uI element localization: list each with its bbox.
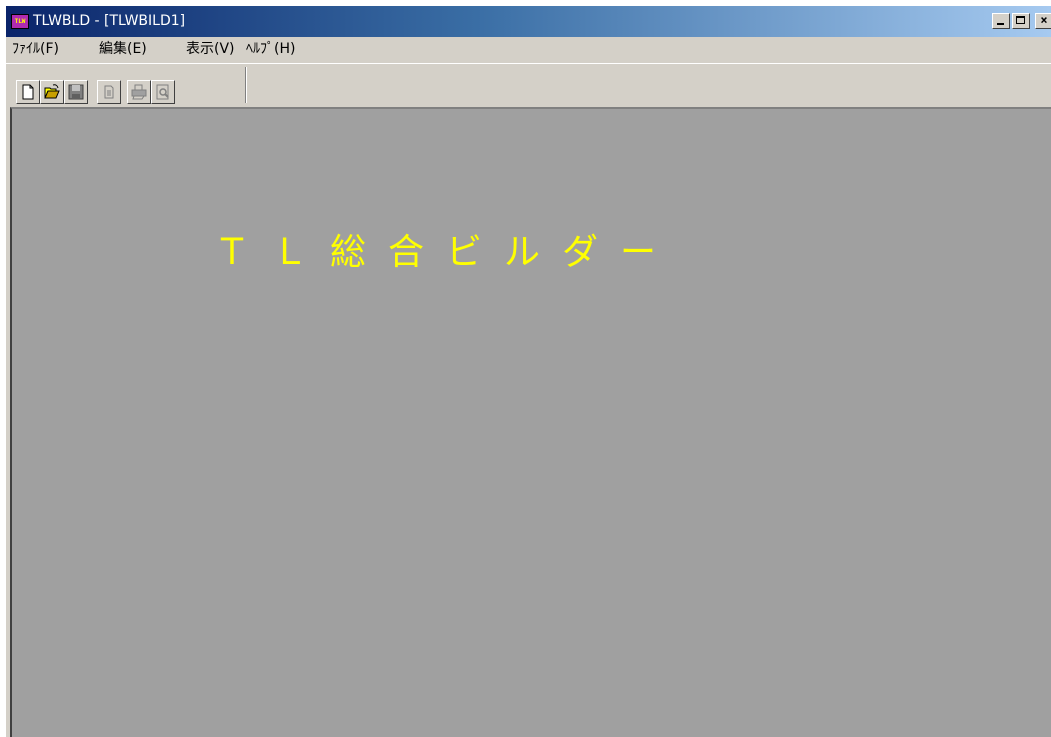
- window-title: TLWBLD - [TLWBILD1]: [33, 13, 186, 29]
- close-button[interactable]: ×: [1035, 13, 1051, 29]
- minimize-icon: [997, 23, 1004, 25]
- print-preview-button[interactable]: [151, 80, 175, 104]
- new-file-icon: [22, 84, 34, 100]
- copy-button[interactable]: [97, 80, 121, 104]
- minimize-button[interactable]: [992, 13, 1010, 29]
- open-folder-icon: [44, 84, 60, 99]
- menu-edit[interactable]: 編集(E): [99, 40, 147, 58]
- print-preview-icon: [156, 84, 169, 100]
- menu-bar: ﾌｧｲﾙ(F) 編集(E) 表示(V) ﾍﾙﾌﾟ(H): [6, 37, 1051, 61]
- copy-doc-icon: [104, 85, 114, 99]
- splash-title: ＴＬ総合ビルダー: [214, 232, 679, 273]
- document-client-area[interactable]: ＴＬ総合ビルダー: [10, 107, 1051, 737]
- app-icon[interactable]: TLW: [11, 14, 29, 29]
- print-icon: [131, 84, 147, 100]
- maximize-button[interactable]: [1012, 13, 1030, 29]
- toolbar-separator: [245, 67, 247, 103]
- app-window: TLW TLWBLD - [TLWBILD1] × ﾌｧｲﾙ(F) 編集(E) …: [6, 6, 1051, 737]
- save-button[interactable]: [64, 80, 88, 104]
- save-disk-icon: [68, 84, 84, 100]
- close-icon: ×: [1040, 13, 1048, 27]
- menu-view[interactable]: 表示(V): [186, 40, 235, 58]
- maximize-icon: [1016, 16, 1025, 24]
- print-button[interactable]: [127, 80, 151, 104]
- new-button[interactable]: [16, 80, 40, 104]
- open-button[interactable]: [40, 80, 64, 104]
- menu-file[interactable]: ﾌｧｲﾙ(F): [12, 40, 59, 58]
- title-bar[interactable]: TLW TLWBLD - [TLWBILD1] ×: [6, 6, 1051, 37]
- toolbar: [6, 63, 1051, 107]
- menu-help[interactable]: ﾍﾙﾌﾟ(H): [246, 40, 295, 58]
